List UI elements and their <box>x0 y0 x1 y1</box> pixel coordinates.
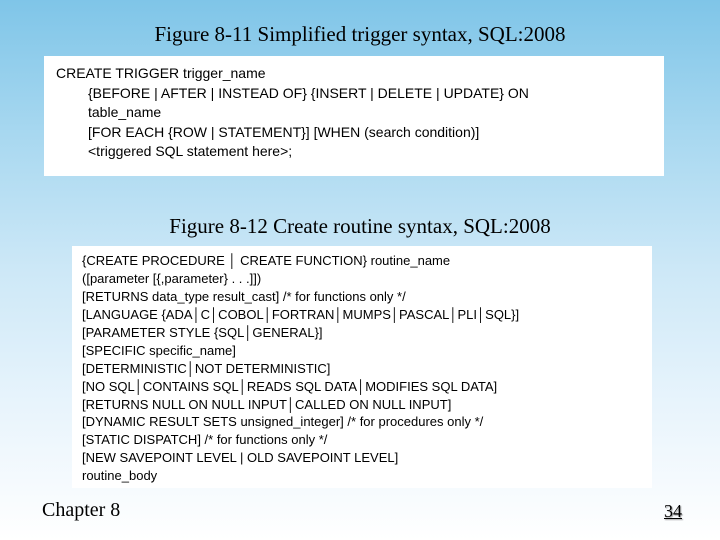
code-line: [STATIC DISPATCH] /* for functions only … <box>82 431 642 449</box>
code-line: [RETURNS data_type result_cast] /* for f… <box>82 288 642 306</box>
code-line: CREATE TRIGGER trigger_name <box>56 64 652 84</box>
code-line: <triggered SQL statement here>; <box>88 142 652 162</box>
code-line: {BEFORE | AFTER | INSTEAD OF} {INSERT | … <box>88 84 652 104</box>
code-line: routine_body <box>82 467 642 485</box>
figure-2-codebox: {CREATE PROCEDURE │ CREATE FUNCTION} rou… <box>72 246 652 488</box>
code-line: [LANGUAGE {ADA│C│COBOL│FORTRAN│MUMPS│PAS… <box>82 306 642 324</box>
page-number: 34 <box>664 501 682 522</box>
code-line: [NEW SAVEPOINT LEVEL | OLD SAVEPOINT LEV… <box>82 449 642 467</box>
code-line: ([parameter [{,parameter} . . .]]) <box>82 270 642 288</box>
code-line: [DETERMINISTIC│NOT DETERMINISTIC] <box>82 360 642 378</box>
code-line: [NO SQL│CONTAINS SQL│READS SQL DATA│MODI… <box>82 378 642 396</box>
code-line: [SPECIFIC specific_name] <box>82 342 642 360</box>
code-line: {CREATE PROCEDURE │ CREATE FUNCTION} rou… <box>82 252 642 270</box>
code-line: [DYNAMIC RESULT SETS unsigned_integer] /… <box>82 413 642 431</box>
chapter-label: Chapter 8 <box>42 499 120 522</box>
code-line: [RETURNS NULL ON NULL INPUT│CALLED ON NU… <box>82 396 642 414</box>
figure-1-codebox: CREATE TRIGGER trigger_name {BEFORE | AF… <box>44 56 664 176</box>
code-line: [FOR EACH {ROW | STATEMENT}] [WHEN (sear… <box>88 123 652 143</box>
code-line: [PARAMETER STYLE {SQL│GENERAL}] <box>82 324 642 342</box>
figure-1-caption: Figure 8-11 Simplified trigger syntax, S… <box>0 22 720 47</box>
code-line: table_name <box>88 103 652 123</box>
figure-2-caption: Figure 8-12 Create routine syntax, SQL:2… <box>0 214 720 239</box>
